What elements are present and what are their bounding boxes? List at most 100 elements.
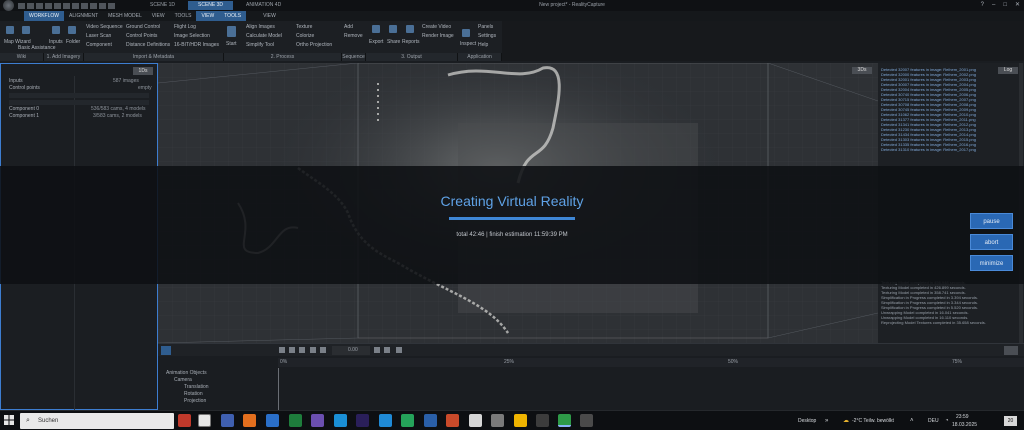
menu-mesh-model[interactable]: MESH MODEL (103, 11, 147, 21)
app-icon-5[interactable] (401, 414, 414, 427)
timeline-cursor[interactable] (278, 368, 279, 410)
reports-icon[interactable] (406, 25, 414, 33)
flight-log-button[interactable]: Flight Log (174, 24, 196, 30)
desktop-toolbar-label[interactable]: Desktop (798, 411, 816, 430)
inspect-icon[interactable] (462, 29, 470, 37)
layout5-icon[interactable] (99, 2, 106, 9)
menu-workflow[interactable]: WORKFLOW (24, 11, 64, 21)
simplify-tool-button[interactable]: Simplify Tool (246, 42, 274, 48)
stop-icon[interactable] (289, 347, 295, 353)
component-button[interactable]: Component (86, 42, 112, 48)
tree-item-component-0[interactable]: Component 0 (9, 106, 39, 112)
folder-button[interactable]: Folder (66, 39, 80, 45)
minimize-button[interactable]: minimize (970, 255, 1013, 271)
timeline-tree-projection[interactable]: Projection (184, 398, 206, 404)
distance-definitions-button[interactable]: Distance Definitions (126, 42, 170, 48)
camera-key-icon[interactable] (396, 347, 402, 353)
weather-text[interactable]: -2°C Teilw. bewölkt (852, 411, 894, 430)
menu-view[interactable]: VIEW (147, 11, 170, 21)
chrome-icon[interactable] (198, 414, 211, 427)
menu-view-3[interactable]: VIEW (258, 11, 281, 21)
tab-scene-1d[interactable]: SCENE 1D (140, 1, 185, 10)
minimize-window-icon[interactable]: – (992, 1, 995, 10)
sequence-add-button[interactable]: Add (344, 24, 353, 30)
panel-mode-button[interactable]: 1Ds (133, 67, 153, 75)
ortho-projection-button[interactable]: Ortho Projection (296, 42, 332, 48)
image-selection-button[interactable]: Image Selection (174, 33, 210, 39)
ground-control-button[interactable]: Ground Control (126, 24, 160, 30)
app-icon-1[interactable] (221, 414, 234, 427)
video-sequence-button[interactable]: Video Sequence (86, 24, 123, 30)
sequence-remove-button[interactable]: Remove (344, 33, 363, 39)
next-key-icon[interactable] (320, 347, 326, 353)
play-icon[interactable] (279, 347, 285, 353)
layout4-icon[interactable] (90, 2, 97, 9)
tree-item-control-points[interactable]: Control points (9, 85, 40, 91)
maximize-window-icon[interactable]: □ (1003, 1, 1007, 10)
new-icon[interactable] (36, 2, 43, 9)
loop-icon[interactable] (299, 347, 305, 353)
premiere-icon[interactable] (356, 414, 369, 427)
brave-icon[interactable] (178, 414, 191, 427)
timeline-tree-rotation[interactable]: Rotation (184, 391, 203, 397)
calculate-model-button[interactable]: Calculate Model (246, 33, 282, 39)
app-icon-3[interactable] (311, 414, 324, 427)
export-icon[interactable] (372, 25, 380, 33)
layout-icon[interactable] (63, 2, 70, 9)
pause-button[interactable]: pause (970, 213, 1013, 229)
app-icon-2[interactable] (266, 414, 279, 427)
menu-tools-2[interactable]: TOOLS (219, 11, 247, 21)
weather-icon[interactable]: ☁ (843, 411, 849, 430)
abort-button[interactable]: abort (970, 234, 1013, 250)
settings-button[interactable]: Settings (478, 33, 496, 39)
realitycapture-taskbar-icon[interactable] (558, 414, 571, 427)
inputs-button[interactable]: Inputs (49, 39, 63, 45)
laser-scan-button[interactable]: Laser Scan (86, 33, 111, 39)
app-icon-8[interactable] (469, 414, 482, 427)
layout3-icon[interactable] (81, 2, 88, 9)
app-icon-10[interactable] (536, 414, 549, 427)
toolbar-chevron-icon[interactable]: » (825, 411, 828, 430)
add-key-icon[interactable] (384, 347, 390, 353)
render-image-button[interactable]: Render Image (422, 33, 454, 39)
app-icon-11[interactable] (580, 414, 593, 427)
inputs-icon[interactable] (52, 26, 60, 34)
layout2-icon[interactable] (72, 2, 79, 9)
align-images-button[interactable]: Align Images (246, 24, 275, 30)
file-explorer-icon[interactable] (514, 414, 527, 427)
menu-tools[interactable]: TOOLS (170, 11, 197, 21)
reports-button[interactable]: Reports (402, 39, 420, 45)
wifi-icon[interactable]: ◔ (945, 411, 949, 430)
app-icon-4[interactable] (379, 414, 392, 427)
control-points-button[interactable]: Control Points (126, 33, 157, 39)
layout6-icon[interactable] (108, 2, 115, 9)
hdr-images-button[interactable]: 16-BIT/HDR Images (174, 42, 219, 48)
tab-animation-4d[interactable]: ANIMATION 4D (236, 1, 291, 10)
texture-button[interactable]: Texture (296, 24, 312, 30)
windows-start-icon[interactable] (4, 415, 14, 425)
colorize-button[interactable]: Colorize (296, 33, 314, 39)
viewport-mode-button[interactable]: 3Ds (852, 67, 872, 74)
close-window-icon[interactable]: ✕ (1015, 1, 1020, 10)
timeline-tree-camera[interactable]: Camera (174, 377, 192, 383)
language-indicator[interactable]: DEU (928, 411, 939, 430)
app-icon-6[interactable] (424, 414, 437, 427)
save-icon[interactable] (18, 2, 25, 9)
menu-alignment[interactable]: ALIGNMENT (64, 11, 103, 21)
clock-date[interactable]: 18.03.2025 (952, 415, 977, 430)
timeline-menu-icon[interactable] (161, 346, 171, 355)
app-icon-9[interactable] (491, 414, 504, 427)
firefox-icon[interactable] (243, 414, 256, 427)
help-icon[interactable]: ? (981, 1, 984, 10)
timeline-ruler[interactable]: 0% 25% 50% 75% (278, 358, 1024, 367)
prev-key-icon[interactable] (310, 347, 316, 353)
redo-icon[interactable] (54, 2, 61, 9)
tab-scene-3d[interactable]: SCENE 3D (188, 1, 234, 10)
open-icon[interactable] (27, 2, 34, 9)
export-button[interactable]: Export (369, 39, 383, 45)
menu-view-2[interactable]: VIEW (196, 11, 220, 21)
log-mode-button[interactable]: Log (998, 67, 1018, 74)
timeline-tree-translation[interactable]: Translation (184, 384, 209, 390)
tray-overflow-icon[interactable]: ˄ (910, 411, 914, 430)
map-wizard-icon[interactable] (6, 26, 14, 34)
